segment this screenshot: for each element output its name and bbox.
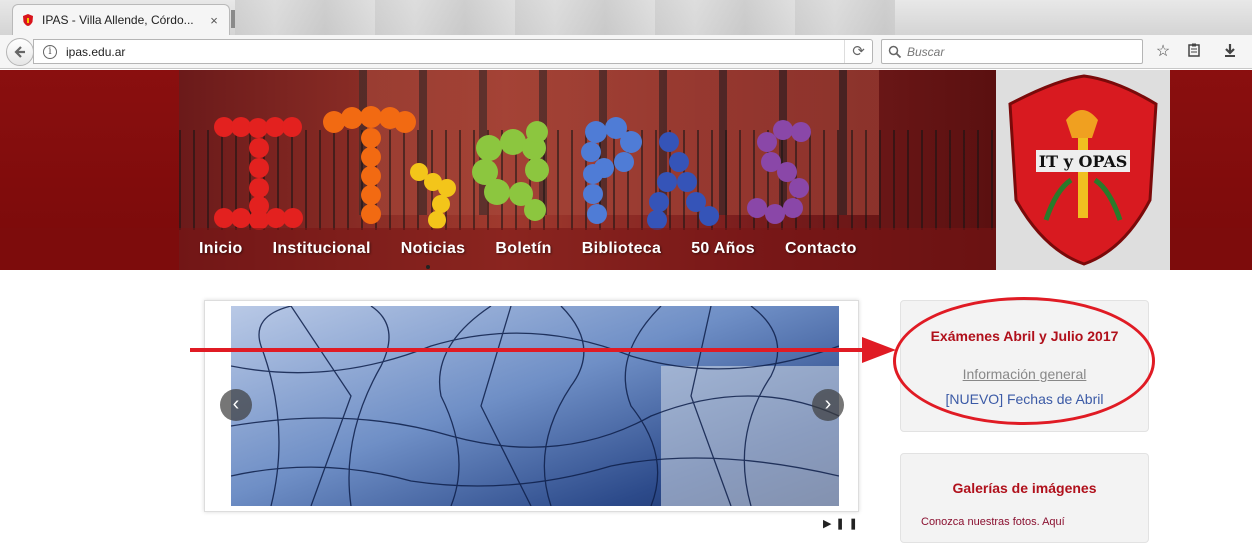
main-menu: Inicio Institucional Noticias Boletín Bi…	[199, 240, 887, 258]
back-button[interactable]	[6, 38, 34, 66]
annotation-arrow	[190, 337, 896, 363]
menu-item-50-anos[interactable]: 50 Años	[691, 240, 755, 258]
image-slider	[204, 300, 859, 512]
slider-next-button[interactable]: ›	[812, 389, 844, 421]
tab-close-icon[interactable]: ×	[207, 13, 221, 28]
browser-tab[interactable]: IPAS - Villa Allende, Córdo... ×	[12, 4, 230, 35]
menu-item-inicio[interactable]: Inicio	[199, 240, 243, 258]
shield-text: IT y OPAS	[1039, 152, 1128, 171]
search-box[interactable]: Buscar	[881, 39, 1143, 64]
slider-prev-button[interactable]: ‹	[220, 389, 252, 421]
site-info-icon[interactable]: i	[43, 44, 57, 59]
tab-strip-background	[235, 0, 895, 35]
reload-icon[interactable]: ⟳	[844, 40, 872, 63]
school-shield-logo: IT y OPAS	[996, 70, 1170, 270]
star-icon[interactable]: ☆	[1153, 42, 1173, 62]
slider-play-pause-controls[interactable]: ▶❚❚	[823, 517, 862, 530]
gallery-title: Galerías de imágenes	[952, 480, 1097, 496]
magnifier-icon	[888, 45, 902, 58]
gallery-text[interactable]: Conozca nuestras fotos. Aquí	[921, 516, 1148, 528]
menu-item-institucional[interactable]: Institucional	[273, 240, 371, 258]
menu-item-contacto[interactable]: Contacto	[785, 240, 857, 258]
tab-title: IPAS - Villa Allende, Córdo...	[42, 13, 194, 27]
clipboard-icon[interactable]	[1184, 42, 1204, 62]
web-page: IT y OPAS Inicio Institucional Noticias …	[0, 70, 1252, 543]
next-tab-edge[interactable]	[231, 10, 235, 28]
url-text[interactable]: ipas.edu.ar	[66, 45, 844, 59]
menu-item-noticias[interactable]: Noticias	[401, 240, 466, 258]
download-icon[interactable]	[1220, 42, 1240, 62]
menu-item-biblioteca[interactable]: Biblioteca	[582, 240, 661, 258]
shield-favicon-icon	[23, 14, 33, 26]
annotation-ellipse	[893, 297, 1155, 425]
menu-item-boletin[interactable]: Boletín	[495, 240, 551, 258]
gallery-box: Galerías de imágenes Conozca nuestras fo…	[900, 453, 1149, 543]
navigation-toolbar: i ipas.edu.ar ⟳ Buscar ☆	[0, 35, 1252, 69]
tab-strip: IPAS - Villa Allende, Córdo... ×	[0, 0, 1252, 35]
back-arrow-icon	[14, 46, 25, 58]
url-bar[interactable]: i ipas.edu.ar ⟳	[33, 39, 873, 64]
shield-logo-icon: IT y OPAS	[996, 70, 1170, 270]
menu-active-indicator	[426, 265, 430, 269]
search-placeholder: Buscar	[907, 44, 945, 59]
